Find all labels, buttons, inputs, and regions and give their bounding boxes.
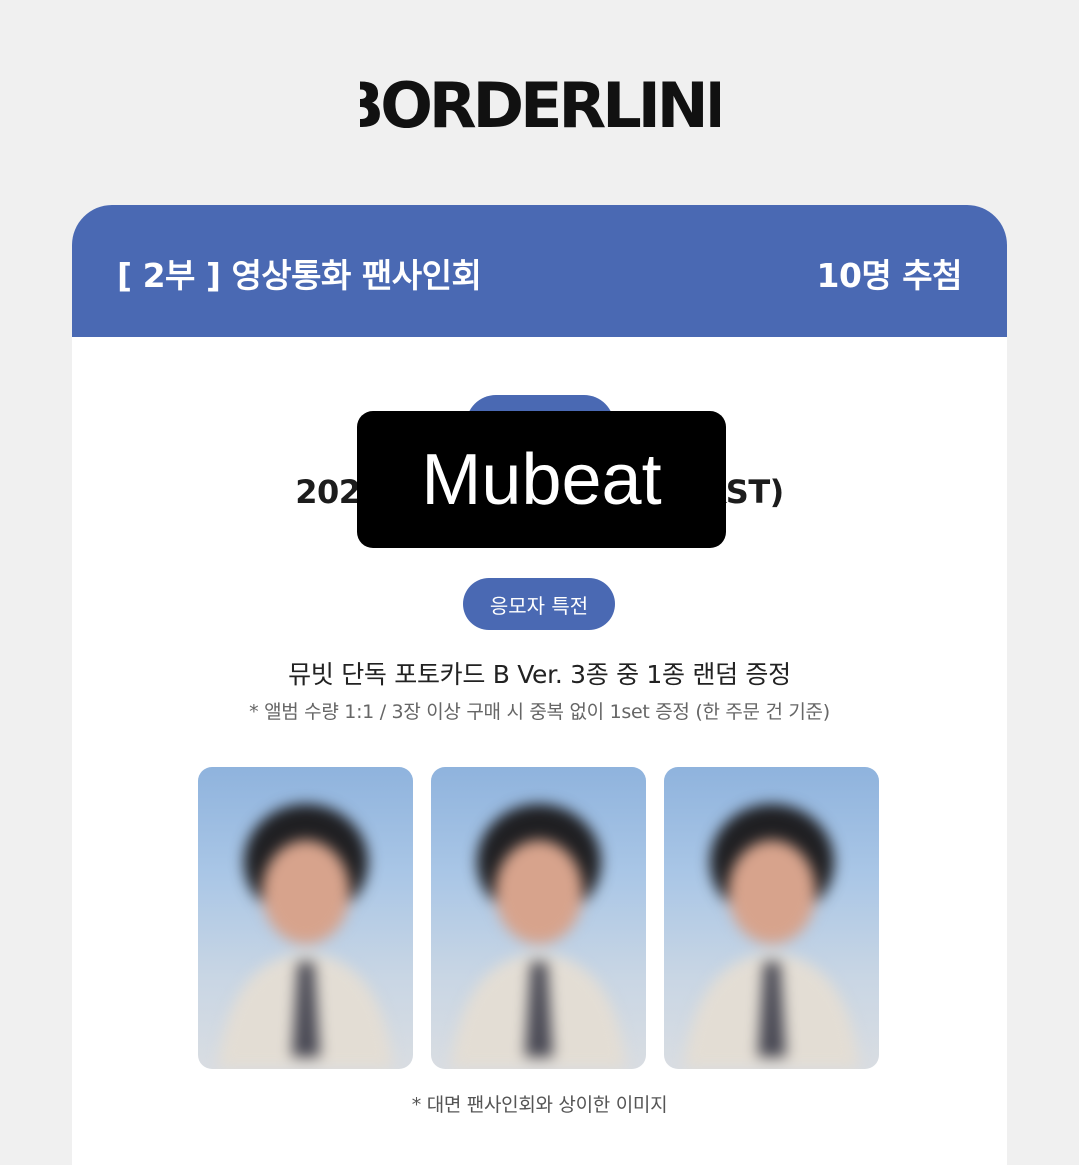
- logo-text: BORDERLINE: [360, 69, 720, 142]
- photocard-2: [431, 767, 646, 1069]
- borderline-logo: BORDERLINE: [0, 58, 1079, 148]
- applicant-benefit-badge: 응모자 특전: [463, 578, 615, 630]
- fansign-card: [ 2부 ] 영상통화 팬사인회 10명 추첨 2020 KST) 응모자 특전…: [72, 205, 1007, 1165]
- winner-count: 10명 추첨: [816, 256, 963, 295]
- card-header: [ 2부 ] 영상통화 팬사인회 10명 추첨: [72, 205, 1007, 337]
- photocard-image: [451, 804, 626, 1069]
- logo-wordmark: BORDERLINE: [360, 69, 720, 142]
- photo-caption: * 대면 팬사인회와 상이한 이미지: [411, 1094, 668, 1116]
- photocard-3: [664, 767, 879, 1069]
- photocard-image: [684, 804, 859, 1069]
- benefit-description: 뮤빗 단독 포토카드 B Ver. 3종 중 1종 랜덤 증정: [288, 660, 791, 689]
- mubeat-watermark: Mubeat: [357, 411, 726, 548]
- header-title: [ 2부 ] 영상통화 팬사인회: [117, 256, 482, 295]
- photocard-1: [198, 767, 413, 1069]
- photocard-image: [218, 804, 393, 1069]
- benefit-note: * 앨범 수량 1:1 / 3장 이상 구매 시 중복 없이 1set 증정 (…: [249, 701, 830, 723]
